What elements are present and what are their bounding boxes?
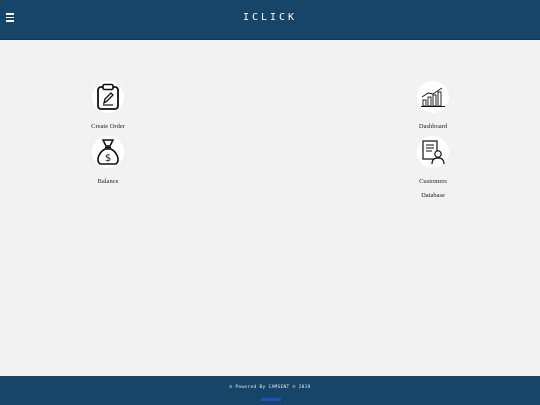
dashboard-label: Dashboard: [418, 123, 448, 130]
footer-link[interactable]: [261, 398, 281, 401]
create-order-label: Create Order: [91, 123, 125, 130]
footer-copyright: © Powered By CAMSENT © 2019: [229, 385, 311, 390]
clipboard-edit-icon: [92, 81, 124, 113]
dashboard-tile[interactable]: Dashboard: [383, 81, 483, 134]
svg-text:$: $: [105, 153, 111, 164]
customers-label: Customers: [419, 178, 447, 185]
money-bag-icon: $: [92, 136, 124, 168]
create-order-tile[interactable]: Create Order: [58, 81, 158, 134]
database-label: Database: [421, 192, 445, 199]
top-bar: ICLICK: [0, 0, 540, 40]
bar-chart-icon: [417, 81, 449, 113]
app-title: ICLICK: [242, 12, 298, 23]
balance-label: Balance: [97, 178, 119, 185]
customer-database-icon: [417, 136, 449, 168]
customers-database-tile[interactable]: Customers Database: [383, 136, 483, 203]
balance-tile[interactable]: $ Balance: [58, 136, 158, 189]
